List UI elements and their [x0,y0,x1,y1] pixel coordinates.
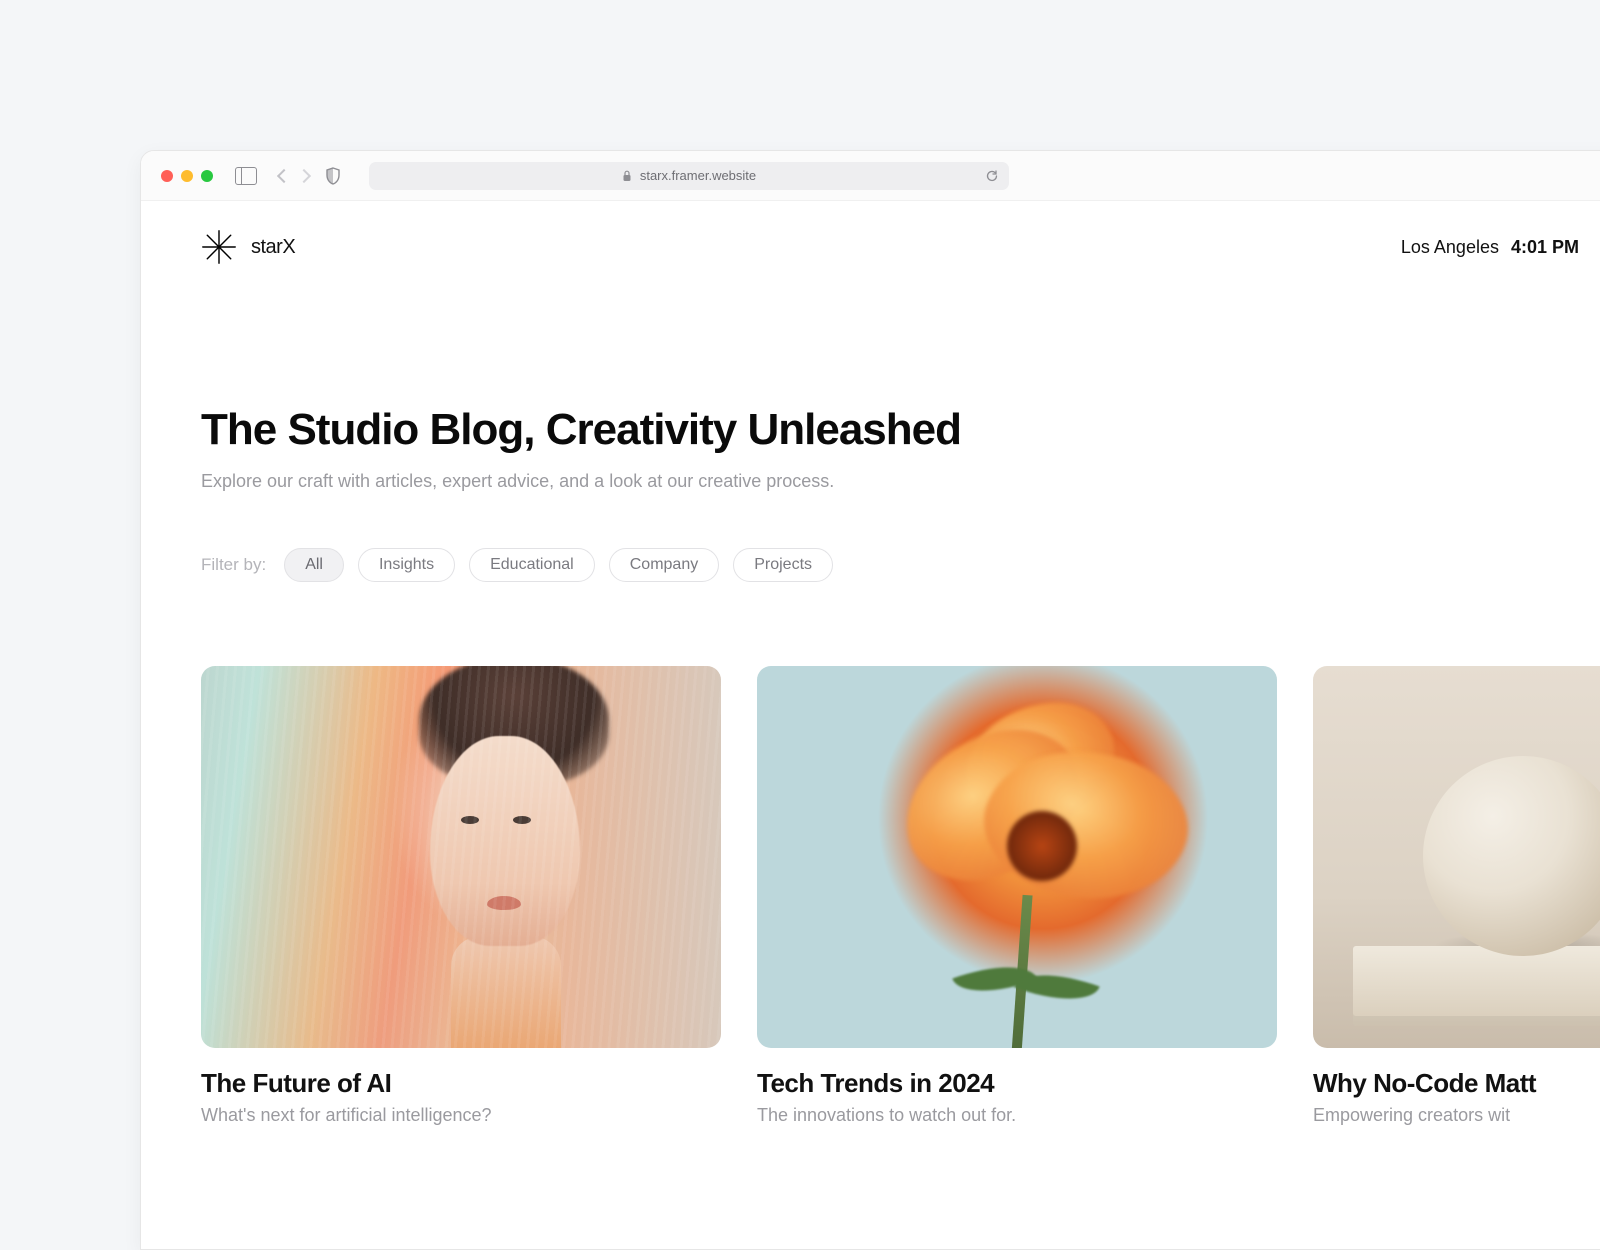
filter-pill-company[interactable]: Company [609,548,719,582]
page-content: The Studio Blog, Creativity Unleashed Ex… [141,265,1600,1126]
card-subtitle: Empowering creators wit [1313,1105,1600,1126]
card-title: The Future of AI [201,1068,721,1099]
clock-time: 4:01 PM [1511,237,1579,258]
brand[interactable]: starX [201,229,295,265]
blog-card[interactable]: Why No-Code Matt Empowering creators wit [1313,666,1600,1126]
minimize-window-icon[interactable] [181,170,193,182]
window-controls [161,170,213,182]
filter-bar: Filter by: All Insights Educational Comp… [201,548,1579,582]
blog-card[interactable]: Tech Trends in 2024 The innovations to w… [757,666,1277,1126]
filter-pill-insights[interactable]: Insights [358,548,455,582]
browser-toolbar: starx.framer.website [141,151,1600,201]
maximize-window-icon[interactable] [201,170,213,182]
nav-arrows [279,171,309,181]
card-thumbnail [757,666,1277,1048]
sidebar-toggle-icon[interactable] [235,167,257,185]
forward-icon[interactable] [297,168,311,182]
filter-label: Filter by: [201,555,266,575]
clock-city: Los Angeles [1401,237,1499,258]
brand-name: starX [251,236,295,259]
browser-window: starx.framer.website starX [140,150,1600,1250]
page-subtitle: Explore our craft with articles, expert … [201,471,1579,492]
blog-card[interactable]: The Future of AI What's next for artific… [201,666,721,1126]
filter-pill-all[interactable]: All [284,548,344,582]
url-text: starx.framer.website [640,168,756,183]
card-title: Why No-Code Matt [1313,1068,1600,1099]
filter-pill-educational[interactable]: Educational [469,548,595,582]
url-bar[interactable]: starx.framer.website [369,162,1009,190]
close-window-icon[interactable] [161,170,173,182]
page-title: The Studio Blog, Creativity Unleashed [201,405,1579,455]
card-title: Tech Trends in 2024 [757,1068,1277,1099]
reload-icon[interactable] [985,169,999,183]
lock-icon [622,170,632,182]
filter-pill-projects[interactable]: Projects [733,548,833,582]
card-thumbnail [201,666,721,1048]
back-icon[interactable] [277,168,291,182]
card-thumbnail [1313,666,1600,1048]
card-subtitle: What's next for artificial intelligence? [201,1105,721,1126]
brand-logo-icon [201,229,237,265]
card-subtitle: The innovations to watch out for. [757,1105,1277,1126]
card-grid: The Future of AI What's next for artific… [201,666,1579,1126]
site-header: starX Los Angeles 4:01 PM [141,201,1600,265]
header-clock: Los Angeles 4:01 PM [1401,237,1579,258]
privacy-shield-icon[interactable] [325,167,341,185]
